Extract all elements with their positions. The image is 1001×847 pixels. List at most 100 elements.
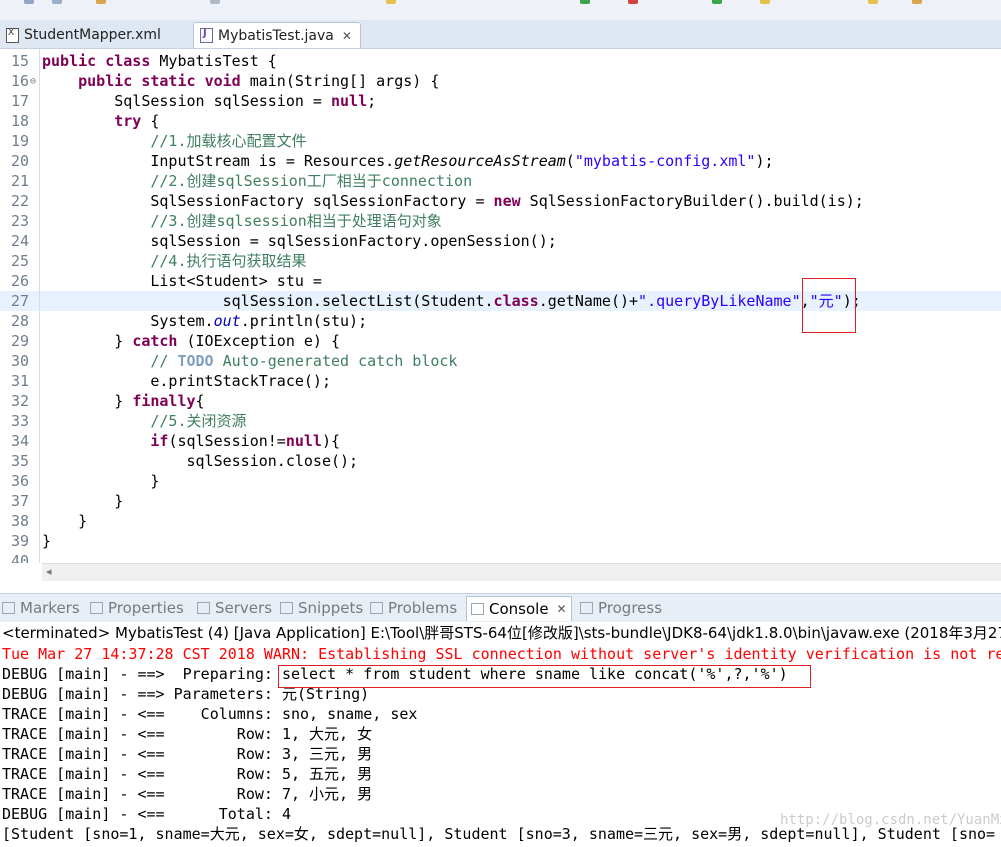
console-line: TRACE [main] - <== Row: 7, 小元, 男 — [2, 785, 373, 803]
markers-icon — [2, 602, 15, 614]
code-line[interactable]: 40 — [0, 551, 1001, 563]
line-number: 35 — [11, 452, 30, 470]
code-text: //5.关闭资源 — [150, 412, 247, 430]
tab-servers[interactable]: Servers — [197, 598, 272, 618]
code-text: } — [42, 532, 52, 550]
code-text: } — [42, 512, 88, 530]
code-text: } — [42, 492, 124, 510]
code-line[interactable]: 31 e.printStackTrace(); — [0, 371, 1001, 391]
code-line[interactable]: 15 public class MybatisTest { — [0, 51, 1001, 71]
code-text: //4.执行语句获取结果 — [150, 252, 307, 270]
toolbar-icon[interactable] — [52, 0, 62, 4]
servers-icon — [197, 602, 210, 614]
code-line[interactable]: 37 } — [0, 491, 1001, 511]
line-number: 15 — [11, 52, 30, 70]
code-line[interactable]: 18 try { — [0, 111, 1001, 131]
progress-icon — [580, 602, 593, 614]
toolbar-icon[interactable] — [24, 0, 34, 4]
line-number: 18 — [11, 112, 30, 130]
toolbar-icon[interactable] — [386, 0, 396, 4]
line-number: 33 — [11, 412, 30, 430]
code-line[interactable]: 23 //3.创建sqlsession相当于处理语句对象 — [0, 211, 1001, 231]
tab-properties[interactable]: Properties — [90, 598, 184, 618]
line-number: 32 — [11, 392, 30, 410]
line-number: 22 — [11, 192, 30, 210]
code-line[interactable]: 25 //4.执行语句获取结果 — [0, 251, 1001, 271]
tab-label: Servers — [215, 599, 273, 617]
code-text: //2.创建sqlSession工厂相当于connection — [150, 172, 473, 190]
line-number: 20 — [11, 152, 30, 170]
line-number: 30 — [11, 352, 30, 370]
code-line[interactable]: 34 if(sqlSession!=null){ — [0, 431, 1001, 451]
code-line[interactable]: 32 } finally{ — [0, 391, 1001, 411]
line-number: 26 — [11, 272, 30, 290]
code-line[interactable]: 33 //5.关闭资源 — [0, 411, 1001, 431]
snippets-icon — [280, 602, 293, 614]
console-icon — [471, 603, 484, 615]
scroll-left-arrow-icon[interactable]: ◂ — [46, 565, 52, 578]
console-line: TRACE [main] - <== Row: 3, 三元, 男 — [2, 745, 373, 763]
code-text: sqlSession.close(); — [42, 452, 359, 470]
toolbar-icon[interactable] — [760, 0, 770, 4]
code-line[interactable]: 22 SqlSessionFactory sqlSessionFactory =… — [0, 191, 1001, 211]
tab-label: StudentMapper.xml — [24, 27, 161, 43]
line-number: 24 — [11, 232, 30, 250]
gutter-divider — [39, 49, 40, 563]
line-number: 34 — [11, 432, 30, 450]
line-number: 39 — [11, 532, 30, 550]
code-line[interactable]: 36 } — [0, 471, 1001, 491]
stop-icon[interactable] — [628, 0, 638, 4]
code-text: // TODO Auto-generated catch block — [150, 352, 458, 370]
code-text: } catch (IOException e) { — [42, 332, 341, 350]
tab-label: Markers — [20, 599, 80, 617]
line-number: 40 — [11, 552, 30, 563]
tab-label: MybatisTest.java — [218, 27, 334, 44]
tab-studentmapper-xml[interactable]: StudentMapper.xml — [0, 22, 188, 48]
code-text: e.printStackTrace(); — [42, 372, 331, 390]
tab-mybatistest-java[interactable]: MybatisTest.java ✕ — [193, 22, 361, 48]
close-icon[interactable]: ✕ — [557, 602, 567, 616]
code-line[interactable]: 39} — [0, 531, 1001, 551]
code-line[interactable]: 30 // TODO Auto-generated catch block — [0, 351, 1001, 371]
tab-problems[interactable]: Problems — [370, 598, 457, 618]
line-number: 38 — [11, 512, 30, 530]
properties-icon — [90, 602, 103, 614]
toolbar-icon[interactable] — [96, 0, 106, 4]
code-line[interactable]: 17 SqlSession sqlSession = null; — [0, 91, 1001, 111]
code-line[interactable]: 38 } — [0, 511, 1001, 531]
code-text: InputStream is = Resources.getResourceAs… — [42, 152, 774, 170]
tab-progress[interactable]: Progress — [580, 598, 662, 618]
tab-markers[interactable]: Markers — [2, 598, 80, 618]
code-line[interactable]: 16 ⊖ public static void main(String[] arg… — [0, 71, 1001, 91]
code-text: SqlSessionFactory sqlSessionFactory = ne… — [42, 192, 864, 210]
toolbar-icon[interactable] — [712, 0, 722, 4]
run-icon[interactable] — [580, 0, 590, 4]
code-line[interactable]: 35 sqlSession.close(); — [0, 451, 1001, 471]
code-line[interactable]: 19 //1.加载核心配置文件 — [0, 131, 1001, 151]
line-number: 19 — [11, 132, 30, 150]
line-number: 27 — [11, 292, 30, 310]
console-warning-line: Tue Mar 27 14:37:28 CST 2018 WARN: Estab… — [2, 645, 1001, 663]
tab-console[interactable]: Console ✕ — [466, 596, 572, 621]
fold-toggle-icon[interactable]: ⊖ — [30, 72, 36, 92]
code-text: //1.加载核心配置文件 — [150, 132, 307, 150]
horizontal-scrollbar[interactable]: ◂ — [42, 563, 1001, 581]
code-text: } finally{ — [42, 392, 205, 410]
line-number: 31 — [11, 372, 30, 390]
close-icon[interactable]: ✕ — [342, 29, 352, 43]
toolbar-icon[interactable] — [868, 0, 878, 4]
code-line[interactable]: 24 sqlSession = sqlSessionFactory.openSe… — [0, 231, 1001, 251]
line-number: 28 — [11, 312, 30, 330]
code-line[interactable]: 20 InputStream is = Resources.getResourc… — [0, 151, 1001, 171]
code-line[interactable]: 21 //2.创建sqlSession工厂相当于connection — [0, 171, 1001, 191]
line-number: 17 — [11, 92, 30, 110]
toolbar-icon[interactable] — [210, 0, 220, 4]
line-number: 37 — [11, 492, 30, 510]
code-text: sqlSession.selectList(Student.class.getN… — [42, 292, 861, 310]
code-line[interactable]: 29 } catch (IOException e) { — [0, 331, 1001, 351]
toolbar-icon[interactable] — [912, 0, 922, 4]
tab-snippets[interactable]: Snippets — [280, 598, 363, 618]
code-text: public class MybatisTest { — [42, 52, 277, 70]
code-text: System.out.println(stu); — [42, 312, 368, 330]
console-line: TRACE [main] - <== Row: 5, 五元, 男 — [2, 765, 373, 783]
